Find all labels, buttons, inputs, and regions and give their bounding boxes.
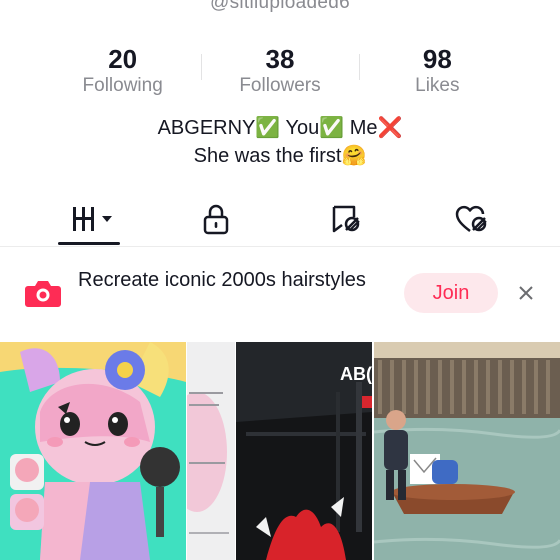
challenge-title: Recreate iconic 2000s hairstyles — [78, 269, 366, 291]
video-3-overlay: AB( — [340, 364, 372, 384]
video-thumbnail-4[interactable] — [374, 342, 560, 560]
liked-heart-icon — [455, 205, 487, 232]
active-tab-indicator — [58, 242, 120, 245]
join-button[interactable]: Join — [404, 273, 498, 313]
likes-count: 98 — [422, 44, 452, 74]
video-grid: AB( — [0, 342, 560, 560]
close-banner-button[interactable] — [512, 276, 540, 310]
stat-likes[interactable]: 98 Likes — [358, 44, 516, 100]
followers-label: Followers — [239, 75, 321, 96]
tab-videos[interactable] — [54, 192, 134, 246]
river-boat-thumbnail — [374, 342, 560, 560]
bio-line-1: ABGERNY✅ You✅ Me❌ — [157, 117, 403, 139]
lock-icon — [203, 204, 229, 235]
profile-stats: 20 Following 38 Followers 98 Likes — [44, 44, 516, 100]
tab-reposts[interactable] — [306, 192, 386, 246]
video-thumbnail-2[interactable] — [187, 342, 235, 560]
grid-icon — [73, 207, 112, 231]
following-count: 20 — [108, 44, 138, 74]
profile-tabs — [0, 192, 560, 248]
challenge-banner[interactable]: Recreate iconic 2000s hairstyles Join — [0, 248, 560, 340]
video-thumbnail-1[interactable] — [0, 342, 186, 560]
video-thumbnail-3[interactable]: AB( — [236, 342, 372, 560]
repost-icon — [332, 205, 360, 233]
camera-icon — [25, 281, 61, 307]
close-icon — [519, 286, 533, 300]
tab-private[interactable] — [176, 192, 256, 246]
followers-count: 38 — [265, 44, 295, 74]
following-label: Following — [82, 75, 163, 96]
tab-liked[interactable] — [432, 192, 512, 246]
cartoon-drawing-thumbnail — [0, 342, 186, 560]
bio-line-2: She was the first🤗 — [193, 145, 367, 167]
stat-followers[interactable]: 38 Followers — [201, 44, 358, 100]
profile-bio: ABGERNY✅ You✅ Me❌ She was the first🤗 — [0, 114, 560, 170]
tabs-divider — [0, 246, 560, 247]
likes-label: Likes — [415, 75, 460, 96]
stat-following[interactable]: 20 Following — [44, 44, 201, 100]
text-post-thumbnail — [187, 342, 235, 560]
profile-username: @sitiiuploaded6 — [210, 0, 350, 13]
